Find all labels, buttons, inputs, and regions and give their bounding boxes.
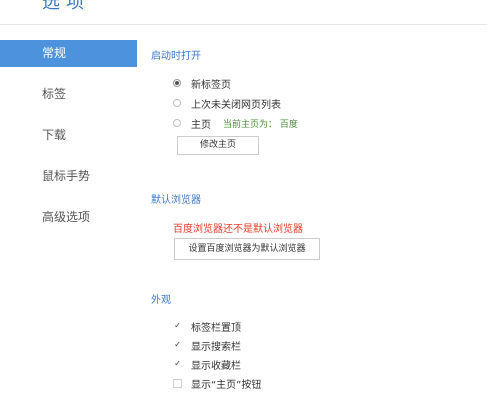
- homepage-note: 当前主页为： 百度: [223, 119, 298, 130]
- appearance-option-home-button[interactable]: 显示“主页”按钮: [173, 376, 262, 391]
- sidebar-item-tabs[interactable]: 标签: [0, 81, 137, 108]
- startup-option-label: 上次未关闭网页列表: [191, 99, 281, 111]
- appearance-option-bookmarks-bar[interactable]: ✓ 显示收藏栏: [173, 357, 241, 372]
- sidebar-item-downloads[interactable]: 下载: [0, 122, 137, 149]
- page-title: 选项: [42, 0, 90, 13]
- radio-homepage[interactable]: [173, 119, 181, 127]
- checkbox-home-button[interactable]: [173, 378, 182, 388]
- appearance-option-search-bar[interactable]: ✓ 显示搜索栏: [173, 338, 241, 353]
- checkbox-tabs-on-top[interactable]: ✓: [173, 322, 182, 331]
- radio-new-tab[interactable]: [173, 79, 181, 87]
- startup-option-homepage[interactable]: 主页 当前主页为： 百度: [173, 116, 298, 131]
- window-header: 选项: [0, 0, 487, 25]
- startup-option-new-tab[interactable]: 新标签页: [173, 76, 231, 91]
- startup-option-label: 新标签页: [191, 79, 231, 91]
- settings-content: 启动时打开 新标签页 上次未关闭网页列表 主页 当前主页为： 百度 修改主页 默…: [137, 24, 487, 416]
- appearance-option-label: 显示搜索栏: [191, 341, 241, 353]
- appearance-option-label: 显示“主页”按钮: [191, 379, 262, 391]
- default-browser-warning: 百度浏览器还不是默认浏览器: [173, 224, 303, 235]
- startup-option-label: 主页: [191, 119, 211, 131]
- appearance-option-label: 标签栏置顶: [191, 322, 241, 334]
- startup-option-last-session[interactable]: 上次未关闭网页列表: [173, 96, 281, 111]
- sidebar: 常规 标签 下载 鼠标手势 高级选项: [0, 40, 137, 245]
- checkbox-bookmarks-bar[interactable]: ✓: [173, 360, 182, 369]
- section-title-default-browser: 默认浏览器: [151, 195, 201, 206]
- section-title-startup: 启动时打开: [151, 51, 201, 62]
- radio-last-session[interactable]: [173, 99, 181, 107]
- edit-homepage-button[interactable]: 修改主页: [177, 136, 259, 155]
- set-default-browser-button[interactable]: 设置百度浏览器为默认浏览器: [174, 238, 320, 260]
- sidebar-item-mouse-gestures[interactable]: 鼠标手势: [0, 163, 137, 190]
- section-title-appearance: 外观: [151, 295, 171, 306]
- appearance-option-tabs-on-top[interactable]: ✓ 标签栏置顶: [173, 319, 241, 334]
- sidebar-item-general[interactable]: 常规: [0, 40, 137, 67]
- sidebar-item-advanced[interactable]: 高级选项: [0, 204, 137, 231]
- appearance-option-label: 显示收藏栏: [191, 360, 241, 372]
- checkbox-search-bar[interactable]: ✓: [173, 341, 182, 350]
